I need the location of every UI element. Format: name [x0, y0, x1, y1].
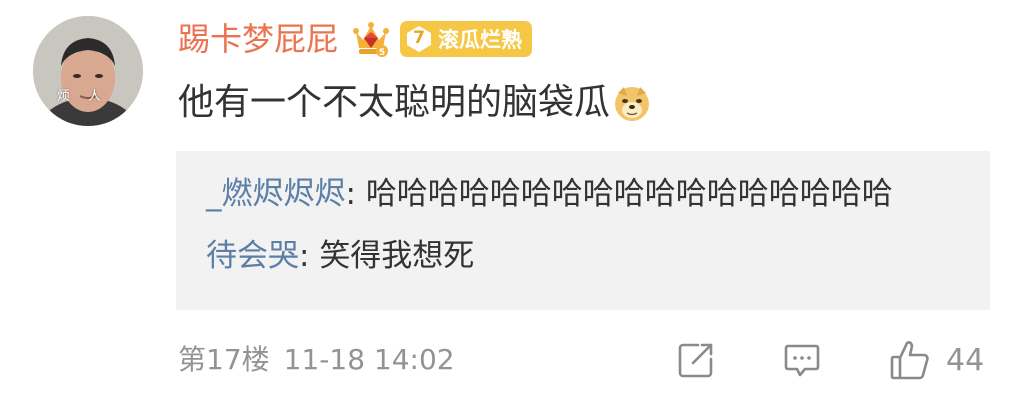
- share-button[interactable]: [676, 338, 716, 382]
- avatar-caption: 烦人: [56, 89, 119, 104]
- doge-emoji-icon: [615, 87, 650, 121]
- comment-text: 他有一个不太聪明的脑袋瓜: [178, 82, 611, 123]
- floor-number: 第17楼: [178, 343, 270, 376]
- share-icon: [678, 343, 713, 378]
- avatar[interactable]: 烦人: [33, 16, 143, 126]
- like-count: 44: [946, 342, 985, 378]
- username[interactable]: 踢卡梦屁屁: [178, 16, 338, 62]
- comment-bubble-icon: [784, 344, 820, 377]
- reply-preview-box[interactable]: _燃烬烬烬: 哈哈哈哈哈哈哈哈哈哈哈哈哈哈哈哈哈 待会哭: 笑得我想死: [176, 151, 990, 310]
- fan-level-badge[interactable]: 7 滚瓜烂熟: [400, 21, 533, 57]
- comment-body: 他有一个不太聪明的脑袋瓜: [178, 76, 652, 130]
- avatar-image: [33, 16, 143, 126]
- reply-text: 哈哈哈哈哈哈哈哈哈哈哈哈哈哈哈哈哈: [365, 176, 893, 212]
- reply-text: 笑得我想死: [319, 238, 475, 274]
- reply-username[interactable]: _燃烬烬烬: [206, 176, 346, 212]
- fan-badge-label: 滚瓜烂熟: [438, 28, 523, 52]
- thumbs-up-icon: [890, 341, 929, 380]
- comment-header: 踢卡梦屁屁 5 7 滚瓜烂熟: [178, 16, 533, 62]
- crown-diamond-badge-icon[interactable]: 5: [350, 18, 392, 60]
- svg-text:5: 5: [379, 48, 385, 58]
- reply-username[interactable]: 待会哭: [206, 238, 299, 274]
- reply-item: _燃烬烬烬: 哈哈哈哈哈哈哈哈哈哈哈哈哈哈哈哈哈: [206, 173, 990, 215]
- fan-level-number: 7: [413, 28, 425, 48]
- comment-footer: 第17楼 11-18 14:02 44: [178, 336, 993, 384]
- reply-separator: :: [299, 238, 320, 274]
- comment-card: 烦人 踢卡梦屁屁 5 7 滚瓜烂熟 他有一个不太聪明的脑袋瓜 _燃烬烬烬: 哈哈…: [0, 0, 1024, 417]
- like-button[interactable]: 44: [888, 338, 984, 382]
- floor-and-time: 第17楼 11-18 14:02: [178, 342, 455, 378]
- fan-level-icon: 7: [404, 24, 434, 54]
- reply-separator: :: [345, 176, 366, 212]
- reply-item: 待会哭: 笑得我想死: [206, 235, 990, 277]
- reply-button[interactable]: [782, 338, 822, 382]
- timestamp: 11-18 14:02: [283, 343, 455, 376]
